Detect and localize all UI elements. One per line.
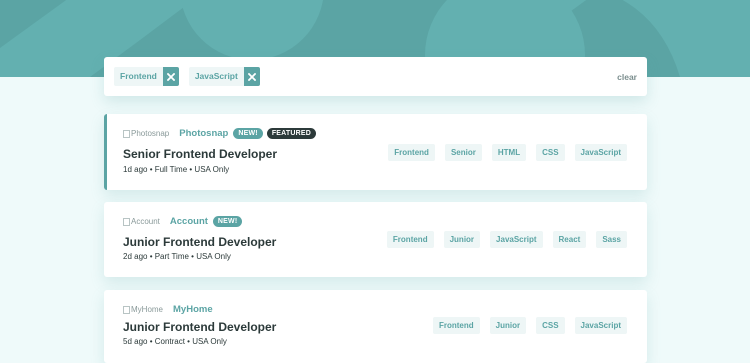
- close-icon: [247, 72, 256, 81]
- job-tag[interactable]: React: [552, 231, 587, 248]
- job-position[interactable]: Junior Frontend Developer: [123, 320, 276, 334]
- job-tag[interactable]: Junior: [489, 317, 527, 334]
- job-card-header: Account Account NEW!: [123, 216, 246, 227]
- job-position[interactable]: Junior Frontend Developer: [123, 235, 276, 249]
- job-card: MyHome MyHome Junior Frontend Developer …: [104, 290, 647, 363]
- clear-filters-button[interactable]: clear: [617, 72, 637, 82]
- filter-chip: Frontend: [114, 67, 179, 86]
- job-tag[interactable]: Frontend: [432, 317, 480, 334]
- job-meta: 5d ago • Contract • USA Only: [123, 337, 227, 346]
- filter-bar: Frontend JavaScript clear: [104, 57, 647, 96]
- new-badge: NEW!: [212, 216, 243, 227]
- company-name[interactable]: Account: [170, 216, 208, 227]
- job-tag[interactable]: JavaScript: [574, 317, 627, 334]
- company-name[interactable]: MyHome: [173, 304, 213, 315]
- filter-chip-label: Frontend: [114, 67, 163, 86]
- remove-filter-button[interactable]: [243, 67, 260, 86]
- job-tag[interactable]: Frontend: [386, 231, 434, 248]
- new-badge: NEW!: [233, 128, 263, 139]
- job-position[interactable]: Senior Frontend Developer: [123, 147, 277, 161]
- job-tag[interactable]: JavaScript: [574, 144, 627, 161]
- company-logo: Account: [123, 217, 160, 226]
- job-tags: Frontend Senior HTML CSS JavaScript: [378, 144, 627, 161]
- job-tag[interactable]: Senior: [444, 144, 482, 161]
- company-logo: Photosnap: [123, 129, 169, 138]
- job-tags: Frontend Junior CSS JavaScript: [423, 317, 627, 334]
- job-tag[interactable]: JavaScript: [490, 231, 543, 248]
- filter-chip-label: JavaScript: [188, 67, 244, 86]
- job-tags: Frontend Junior JavaScript React Sass: [377, 231, 627, 248]
- close-icon: [166, 72, 175, 81]
- job-tag[interactable]: Junior: [443, 231, 481, 248]
- job-meta: 2d ago • Part Time • USA Only: [123, 252, 231, 261]
- job-tag[interactable]: HTML: [491, 144, 527, 161]
- filter-chip: JavaScript: [188, 67, 260, 86]
- job-tag[interactable]: Sass: [596, 231, 627, 248]
- job-card-header: MyHome MyHome: [123, 304, 218, 315]
- job-meta: 1d ago • Full Time • USA Only: [123, 165, 230, 174]
- company-name[interactable]: Photosnap: [179, 128, 228, 139]
- remove-filter-button[interactable]: [162, 67, 179, 86]
- job-card: Account Account NEW! Junior Frontend Dev…: [104, 202, 647, 277]
- job-tag[interactable]: Frontend: [388, 144, 435, 161]
- featured-badge: FEATURED: [266, 128, 317, 139]
- company-logo: MyHome: [123, 305, 163, 314]
- job-card: Photosnap Photosnap NEW! FEATURED Senior…: [104, 114, 647, 190]
- job-tag[interactable]: CSS: [536, 144, 565, 161]
- job-card-header: Photosnap Photosnap NEW! FEATURED: [123, 128, 320, 139]
- job-tag[interactable]: CSS: [536, 317, 565, 334]
